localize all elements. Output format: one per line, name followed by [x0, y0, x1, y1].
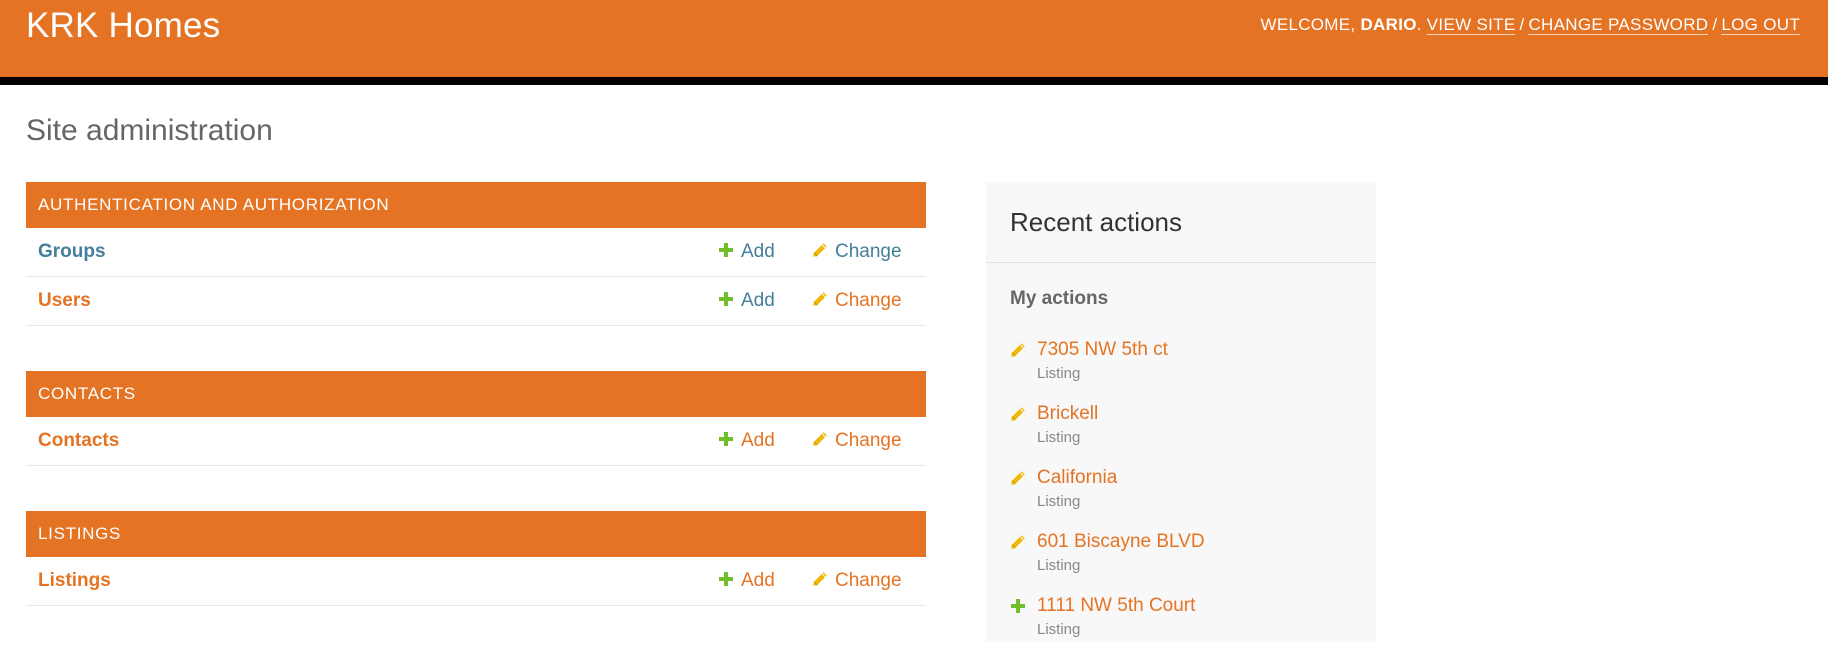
change-password-link[interactable]: CHANGE PASSWORD — [1528, 15, 1709, 35]
welcome-text: WELCOME, — [1260, 15, 1356, 34]
change-label: Change — [835, 570, 902, 591]
module-contacts: CONTACTS Contacts Add Change — [26, 371, 926, 466]
change-users-button[interactable]: Change — [812, 290, 902, 312]
site-header: KRK Homes WELCOME, DARIO. VIEW SITE / CHAN… — [0, 0, 1828, 85]
action-link[interactable]: 601 Biscayne BLVD — [1037, 531, 1205, 553]
user-tools: WELCOME, DARIO. VIEW SITE / CHANGE PASSWOR… — [1260, 15, 1800, 35]
pencil-icon — [812, 291, 828, 307]
model-row-listings: Listings Add Change — [26, 557, 926, 606]
add-users-button[interactable]: Add — [718, 290, 775, 312]
action-item: 601 Biscayne BLVD Listing — [1010, 531, 1370, 591]
plus-icon — [718, 242, 734, 258]
change-label: Change — [835, 290, 902, 311]
action-type: Listing — [1037, 621, 1081, 638]
pencil-icon — [1010, 342, 1026, 358]
site-branding[interactable]: KRK Homes — [26, 6, 220, 46]
my-actions-heading: My actions — [1010, 288, 1109, 309]
change-groups-button[interactable]: Change — [812, 241, 902, 263]
model-row-users: Users Add Change — [26, 277, 926, 326]
recent-actions-panel: Recent actions My actions 7305 NW 5th ct… — [986, 182, 1376, 642]
log-out-link[interactable]: LOG OUT — [1721, 15, 1800, 35]
model-link-contacts[interactable]: Contacts — [38, 430, 119, 452]
model-link-listings[interactable]: Listings — [38, 570, 111, 592]
module-auth: AUTHENTICATION AND AUTHORIZATION Groups … — [26, 182, 926, 326]
plus-icon — [718, 431, 734, 447]
pencil-icon — [1010, 470, 1026, 486]
action-item: 1111 NW 5th Court Listing — [1010, 595, 1370, 655]
change-contacts-button[interactable]: Change — [812, 430, 902, 452]
action-item: Brickell Listing — [1010, 403, 1370, 463]
action-item: California Listing — [1010, 467, 1370, 527]
pencil-icon — [812, 431, 828, 447]
action-type: Listing — [1037, 429, 1081, 446]
separator: / — [1519, 15, 1525, 34]
username: DARIO — [1360, 15, 1417, 34]
page-title: Site administration — [26, 114, 273, 147]
change-label: Change — [835, 241, 902, 262]
action-link[interactable]: 7305 NW 5th ct — [1037, 339, 1168, 361]
action-link[interactable]: Brickell — [1037, 403, 1098, 425]
add-listings-button[interactable]: Add — [718, 570, 775, 592]
add-label: Add — [741, 241, 775, 262]
add-contacts-button[interactable]: Add — [718, 430, 775, 452]
action-type: Listing — [1037, 557, 1081, 574]
action-link[interactable]: 1111 NW 5th Court — [1037, 595, 1195, 617]
module-caption[interactable]: AUTHENTICATION AND AUTHORIZATION — [26, 182, 926, 228]
action-type: Listing — [1037, 493, 1081, 510]
plus-icon — [1010, 598, 1026, 614]
change-label: Change — [835, 430, 902, 451]
model-link-groups[interactable]: Groups — [38, 241, 106, 263]
add-groups-button[interactable]: Add — [718, 241, 775, 263]
recent-actions-title: Recent actions — [986, 182, 1376, 263]
module-listings: LISTINGS Listings Add Change — [26, 511, 926, 606]
change-listings-button[interactable]: Change — [812, 570, 902, 592]
pencil-icon — [812, 242, 828, 258]
model-link-users[interactable]: Users — [38, 290, 91, 312]
separator: / — [1712, 15, 1718, 34]
pencil-icon — [1010, 406, 1026, 422]
plus-icon — [718, 291, 734, 307]
pencil-icon — [1010, 534, 1026, 550]
model-row-contacts: Contacts Add Change — [26, 417, 926, 466]
add-label: Add — [741, 570, 775, 591]
action-item: 7305 NW 5th ct Listing — [1010, 339, 1370, 399]
model-row-groups: Groups Add Change — [26, 228, 926, 277]
view-site-link[interactable]: VIEW SITE — [1426, 15, 1516, 35]
pencil-icon — [812, 571, 828, 587]
add-label: Add — [741, 430, 775, 451]
module-caption[interactable]: CONTACTS — [26, 371, 926, 417]
action-link[interactable]: California — [1037, 467, 1117, 489]
add-label: Add — [741, 290, 775, 311]
module-caption[interactable]: LISTINGS — [26, 511, 926, 557]
plus-icon — [718, 571, 734, 587]
action-type: Listing — [1037, 365, 1081, 382]
